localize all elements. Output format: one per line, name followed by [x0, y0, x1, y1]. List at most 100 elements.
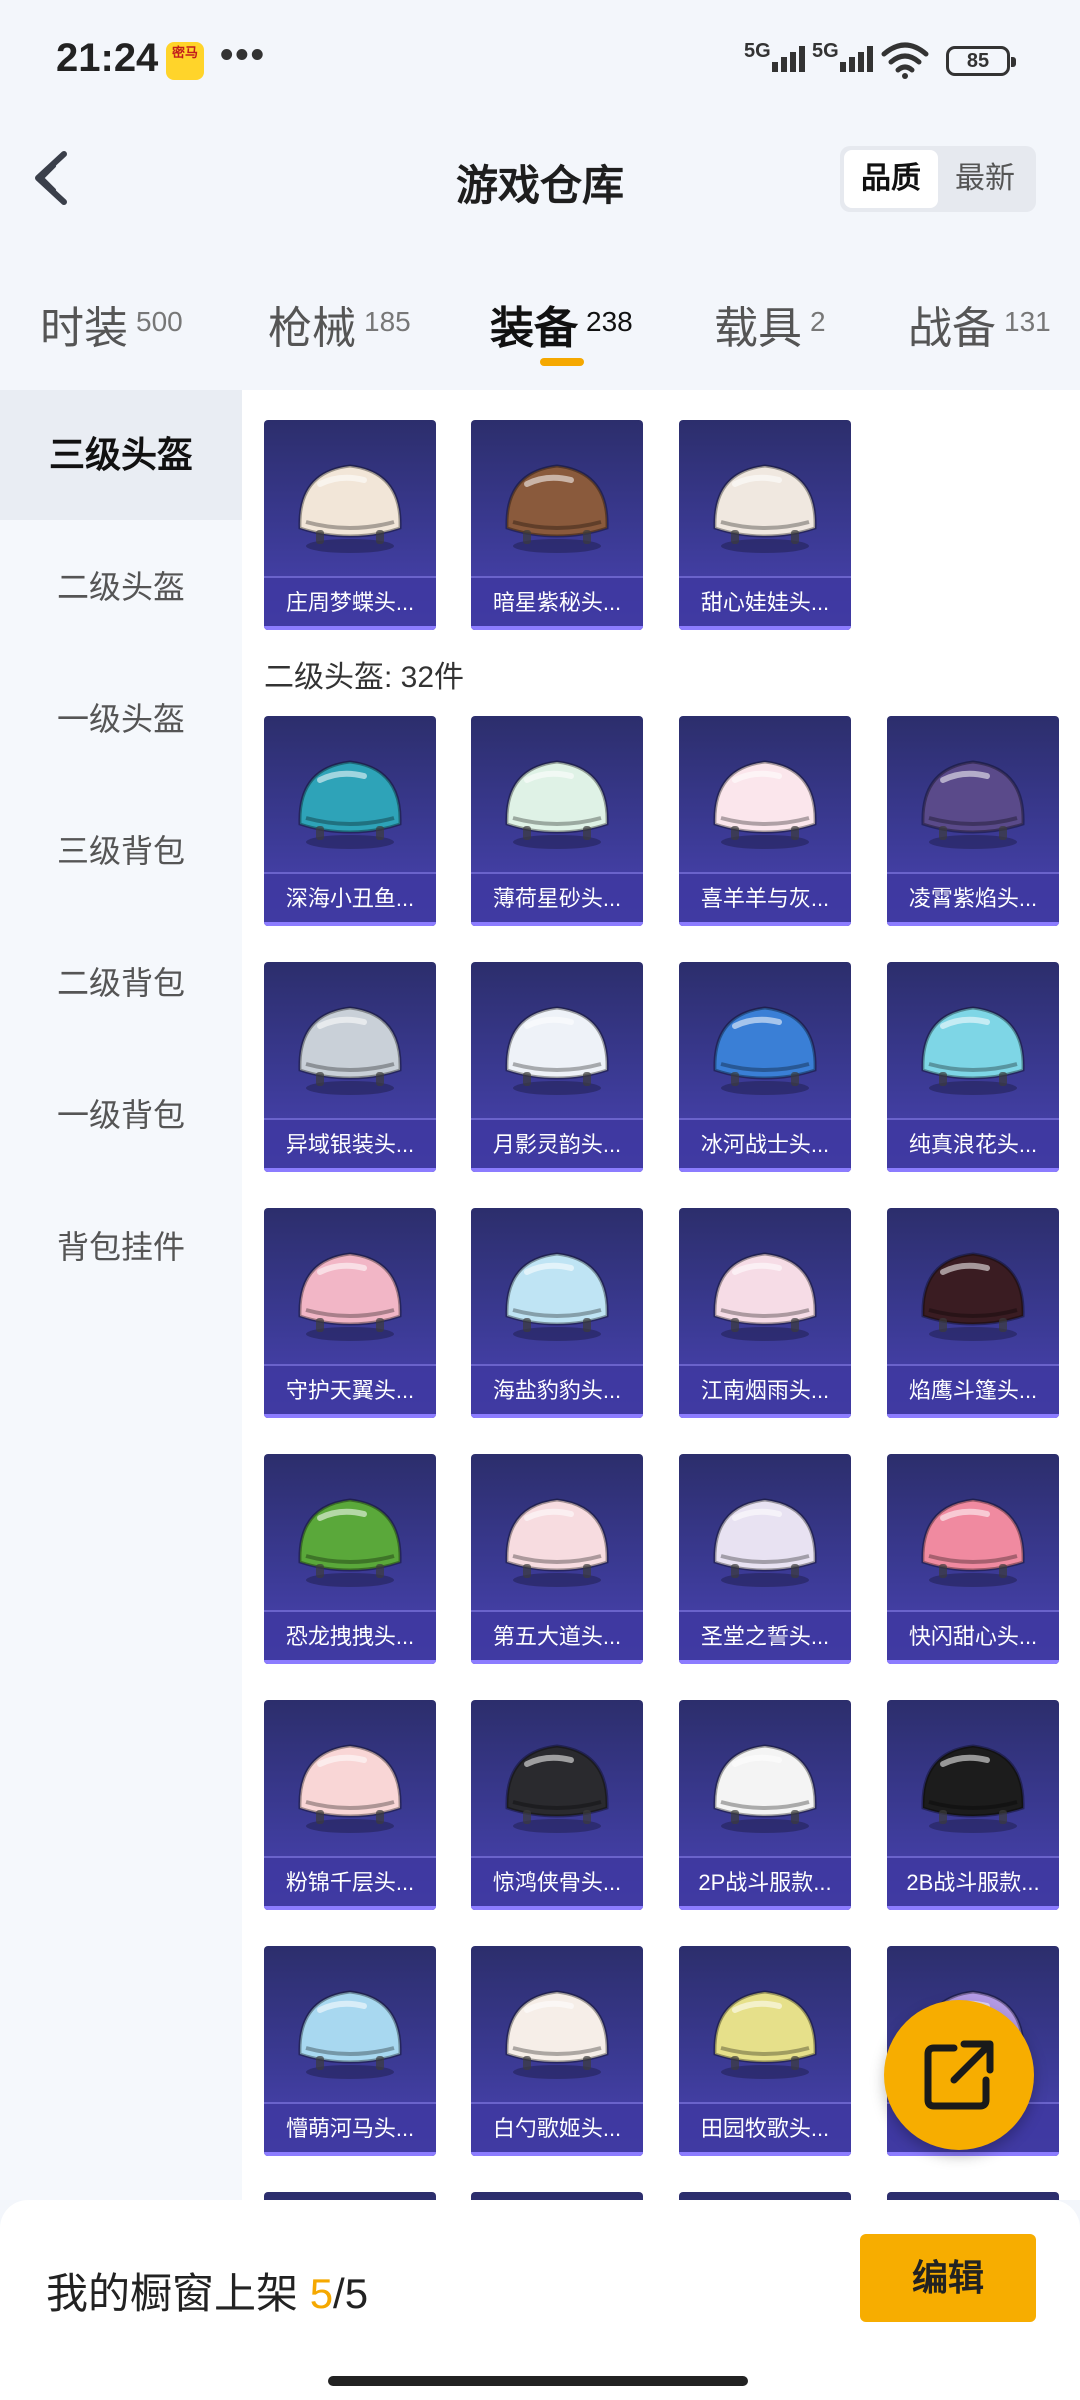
item-card-stripe — [887, 922, 1059, 926]
share-button[interactable] — [884, 2000, 1034, 2150]
item-card-stripe — [264, 922, 436, 926]
tab-equipment[interactable]: 装备 238 — [490, 292, 633, 356]
item-card[interactable] — [679, 2192, 851, 2200]
item-card-stripe — [264, 1660, 436, 1664]
sidebar-item-level3-backpack[interactable]: 三级背包 — [0, 786, 242, 916]
item-card-stripe — [887, 1168, 1059, 1172]
helmet-icon — [505, 1252, 609, 1341]
item-card[interactable]: 月影灵韵头... — [471, 962, 643, 1172]
item-card-stripe — [471, 922, 643, 926]
helmet-icon — [713, 1990, 817, 2079]
item-name: 异域银装头... — [264, 1118, 436, 1172]
item-card-stripe — [679, 626, 851, 630]
helmet-icon — [298, 760, 402, 849]
item-name: 焰鹰斗篷头... — [887, 1364, 1059, 1418]
item-card-stripe — [679, 1168, 851, 1172]
home-indicator[interactable] — [328, 2376, 748, 2386]
bottom-bar: 我的橱窗上架 5/5 编辑 — [0, 2200, 1080, 2400]
sort-quality-button[interactable]: 品质 — [844, 150, 938, 208]
item-card[interactable]: 惊鸿侠骨头... — [471, 1700, 643, 1910]
item-card[interactable]: 2P战斗服款... — [679, 1700, 851, 1910]
helmet-icon — [713, 1006, 817, 1095]
sidebar-item-level1-backpack[interactable]: 一级背包 — [0, 1050, 242, 1180]
item-card-stripe — [679, 922, 851, 926]
item-card[interactable]: 异域银装头... — [264, 962, 436, 1172]
item-card[interactable]: 圣堂之誓头... — [679, 1454, 851, 1664]
sort-latest-button[interactable]: 最新 — [938, 150, 1032, 208]
signal-icon-1 — [772, 46, 808, 76]
status-time: 21:24 — [56, 36, 159, 80]
item-card[interactable]: 暗星紫秘头... — [471, 420, 643, 630]
status-bar: 21:24 密马 ••• 5G 5G 85 — [0, 0, 1080, 120]
item-name: 江南烟雨头... — [679, 1364, 851, 1418]
helmet-icon — [713, 464, 817, 553]
tab-vehicles[interactable]: 载具 2 — [714, 292, 826, 356]
item-card[interactable]: 粉锦千层头... — [264, 1700, 436, 1910]
sidebar-item-level3-helmet[interactable]: 三级头盔 — [0, 390, 242, 520]
item-card-stripe — [471, 1660, 643, 1664]
item-name: 恐龙拽拽头... — [264, 1610, 436, 1664]
helmet-icon — [921, 760, 1025, 849]
sidebar-item-level2-helmet[interactable]: 二级头盔 — [0, 522, 242, 652]
item-card[interactable] — [471, 2192, 643, 2200]
item-card[interactable]: 守护天翼头... — [264, 1208, 436, 1418]
item-name: 2P战斗服款... — [679, 1856, 851, 1910]
item-card[interactable]: 懵萌河马头... — [264, 1946, 436, 2156]
tab-guns[interactable]: 枪械 185 — [268, 292, 411, 356]
item-card[interactable]: 白勺歌姬头... — [471, 1946, 643, 2156]
item-name: 喜羊羊与灰... — [679, 872, 851, 926]
network-type-2: 5G — [812, 40, 839, 62]
item-card[interactable] — [887, 2192, 1059, 2200]
sidebar-item-level1-helmet[interactable]: 一级头盔 — [0, 654, 242, 784]
item-card-stripe — [679, 1660, 851, 1664]
item-card[interactable]: 焰鹰斗篷头... — [887, 1208, 1059, 1418]
item-name: 纯真浪花头... — [887, 1118, 1059, 1172]
item-name: 庄周梦蝶头... — [264, 576, 436, 630]
item-name: 懵萌河马头... — [264, 2102, 436, 2156]
item-card-stripe — [679, 1414, 851, 1418]
item-card[interactable]: 甜心娃娃头... — [679, 420, 851, 630]
item-card[interactable]: 冰河战士头... — [679, 962, 851, 1172]
tab-label: 战备 — [908, 304, 996, 353]
helmet-icon — [713, 1498, 817, 1587]
item-card-stripe — [471, 1168, 643, 1172]
item-name: 惊鸿侠骨头... — [471, 1856, 643, 1910]
item-card-stripe — [887, 1906, 1059, 1910]
edit-button[interactable]: 编辑 — [860, 2234, 1036, 2322]
item-card[interactable] — [264, 2192, 436, 2200]
item-name: 月影灵韵头... — [471, 1118, 643, 1172]
item-card[interactable]: 深海小丑鱼... — [264, 716, 436, 926]
item-card[interactable]: 快闪甜心头... — [887, 1454, 1059, 1664]
sort-toggle: 品质 最新 — [840, 146, 1036, 212]
app-notification-icon: 密马 — [166, 42, 204, 80]
item-card[interactable]: 海盐豹豹头... — [471, 1208, 643, 1418]
helmet-icon — [298, 1990, 402, 2079]
item-card[interactable]: 第五大道头... — [471, 1454, 643, 1664]
item-card[interactable]: 纯真浪花头... — [887, 962, 1059, 1172]
sidebar-item-level2-backpack[interactable]: 二级背包 — [0, 918, 242, 1048]
item-card[interactable]: 恐龙拽拽头... — [264, 1454, 436, 1664]
item-card[interactable]: 凌霄紫焰头... — [887, 716, 1059, 926]
share-external-icon — [924, 2040, 994, 2110]
showcase-label: 我的橱窗上架 — [46, 2270, 299, 2317]
item-card-stripe — [679, 2152, 851, 2156]
tab-supplies[interactable]: 战备 131 — [908, 292, 1051, 356]
sidebar-item-backpack-pendant[interactable]: 背包挂件 — [0, 1182, 242, 1312]
item-card[interactable]: 江南烟雨头... — [679, 1208, 851, 1418]
helmet-icon — [713, 1252, 817, 1341]
helmet-icon — [298, 1498, 402, 1587]
network-type-1: 5G — [744, 40, 771, 62]
item-card[interactable]: 庄周梦蝶头... — [264, 420, 436, 630]
tab-fashion[interactable]: 时装 500 — [40, 292, 183, 356]
item-name: 暗星紫秘头... — [471, 576, 643, 630]
item-card[interactable]: 薄荷星砂头... — [471, 716, 643, 926]
item-card[interactable]: 喜羊羊与灰... — [679, 716, 851, 926]
helmet-icon — [505, 1006, 609, 1095]
category-tabs: 时装 500 枪械 185 装备 238 载具 2 战备 131 — [0, 280, 1080, 390]
wifi-icon — [881, 42, 929, 79]
tab-count: 2 — [810, 306, 826, 337]
item-card[interactable]: 田园牧歌头... — [679, 1946, 851, 2156]
item-card[interactable]: 2B战斗服款... — [887, 1700, 1059, 1910]
item-card-stripe — [887, 1660, 1059, 1664]
helmet-icon — [505, 1498, 609, 1587]
